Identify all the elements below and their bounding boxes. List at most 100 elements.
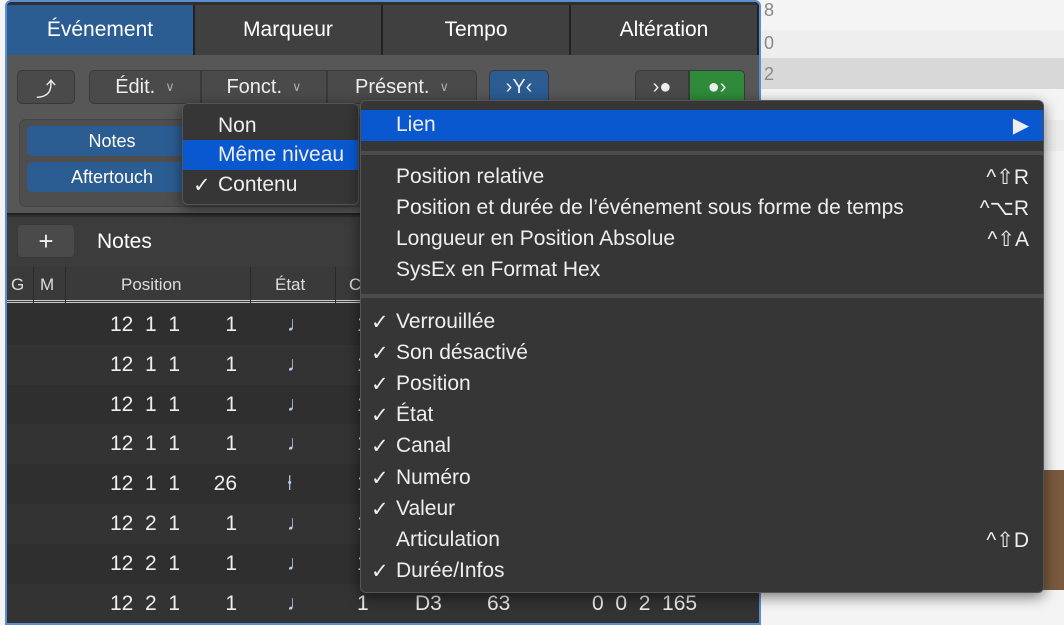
position-cell: 12 2 1 xyxy=(110,551,181,575)
menu-item-content[interactable]: ✓ Contenu xyxy=(183,170,358,200)
menu-item[interactable]: Longueur en Position Absolue ^⇧A xyxy=(361,224,1043,254)
menu-item[interactable]: ✓ Durée/Infos xyxy=(361,556,1043,586)
menu-item-label: Articulation xyxy=(396,527,500,551)
number-cell: D3 xyxy=(415,591,442,615)
menu-item[interactable]: SysEx en Format Hex xyxy=(361,255,1043,285)
filter-notes-button[interactable]: Notes xyxy=(27,126,197,156)
tab-signature[interactable]: Altération xyxy=(571,5,759,55)
menu-item[interactable]: ✓ Position xyxy=(361,369,1043,399)
checkmark-icon: ✓ xyxy=(371,404,389,428)
value-cell: 63 xyxy=(487,591,511,615)
menu-item[interactable]: ✓ Valeur xyxy=(361,494,1043,524)
tick-cell: 1 xyxy=(225,511,237,535)
menu-item-label: SysEx en Format Hex xyxy=(396,258,601,281)
menu-item-label: Longueur en Position Absolue xyxy=(396,227,676,250)
edit-label: Édit. xyxy=(115,75,156,98)
functions-menu-button[interactable]: Fonct. ∨ xyxy=(201,70,327,104)
tick-cell: 1 xyxy=(225,551,237,575)
menu-item-label: Verrouillée xyxy=(396,310,496,333)
menu-item-label: Contenu xyxy=(218,173,298,196)
midi-in-icon: ›● xyxy=(652,75,672,98)
position-cell: 12 2 1 xyxy=(110,511,181,535)
menu-item-none[interactable]: Non xyxy=(183,111,358,141)
filter-aftertouch-button[interactable]: Aftertouch xyxy=(27,162,197,192)
bg-number: 2 xyxy=(764,64,775,84)
checkmark-icon: ✓ xyxy=(193,174,211,197)
chevron-down-icon: ∨ xyxy=(439,79,449,94)
position-cell: 12 1 1 xyxy=(110,313,181,336)
checkmark-icon: ✓ xyxy=(371,311,389,334)
menu-item-label: Numéro xyxy=(396,465,471,489)
shortcut-label: ^⇧A xyxy=(987,228,1029,251)
menu-item-label: Position relative xyxy=(396,165,545,188)
functions-label: Fonct. xyxy=(226,75,283,98)
column-m[interactable]: M xyxy=(40,275,54,295)
menu-item[interactable]: ✓ Numéro xyxy=(361,463,1043,493)
position-cell: 12 2 1 xyxy=(110,591,181,615)
menu-item[interactable]: ✓ Canal xyxy=(361,431,1043,461)
chevron-down-icon: ∨ xyxy=(292,79,302,94)
menu-item-label: Valeur xyxy=(396,496,456,520)
menu-item[interactable]: Position et durée de l’événement sous fo… xyxy=(361,193,1043,223)
column-state[interactable]: État xyxy=(275,275,305,295)
midi-filter-button[interactable]: ›Y‹ xyxy=(489,70,549,104)
menu-item-label: Son désactivé xyxy=(396,341,528,365)
tick-cell: 26 xyxy=(213,472,237,496)
list-title: Notes xyxy=(97,230,152,253)
tab-event[interactable]: Événement xyxy=(7,5,195,55)
back-button[interactable]: ⤴ xyxy=(17,70,75,104)
tab-tempo[interactable]: Tempo xyxy=(383,5,571,55)
add-event-button[interactable]: + xyxy=(17,224,75,258)
view-menu-button[interactable]: Présent. ∨ xyxy=(327,70,477,104)
menu-item[interactable]: ✓ État xyxy=(361,400,1043,430)
tab-marker[interactable]: Marqueur xyxy=(195,5,383,55)
state-cell: ♩ xyxy=(287,392,308,416)
menu-item[interactable]: Articulation ^⇧D xyxy=(361,525,1043,555)
edit-menu-button[interactable]: Édit. ∨ xyxy=(89,70,201,104)
menu-separator xyxy=(361,151,1043,155)
midi-in-button[interactable]: ›● xyxy=(635,70,689,104)
column-g[interactable]: G xyxy=(11,275,24,295)
menu-item[interactable]: ✓ Son désactivé xyxy=(361,338,1043,368)
state-cell: ♩ xyxy=(287,591,308,615)
shortcut-label: ^⌥R xyxy=(979,197,1029,220)
position-cell: 12 1 1 xyxy=(110,472,181,496)
state-cell: ♩ xyxy=(287,432,308,456)
menu-item[interactable]: ✓ Verrouillée xyxy=(361,307,1043,337)
menu-item-label: Non xyxy=(218,114,257,137)
state-cell: ♩ xyxy=(287,352,308,376)
state-cell: ♩ xyxy=(287,511,308,535)
midi-out-button[interactable]: ●› xyxy=(689,70,745,104)
state-cell: ♩ xyxy=(287,313,308,336)
state-cell: ⍿ xyxy=(287,472,293,496)
tick-cell: 1 xyxy=(225,392,237,416)
tick-cell: 1 xyxy=(225,313,237,336)
menu-item[interactable]: Position relative ^⇧R xyxy=(361,162,1043,192)
midi-out-icon: ●› xyxy=(707,75,727,98)
tick-cell: 1 xyxy=(225,591,237,615)
tick-cell: 1 xyxy=(225,352,237,376)
checkmark-icon: ✓ xyxy=(371,435,389,459)
tab-bar: Événement Marqueur Tempo Altération xyxy=(7,5,759,55)
checkmark-icon: ✓ xyxy=(371,497,389,521)
channel-cell: 1 xyxy=(357,591,369,615)
midi-filter-icon: ›Y‹ xyxy=(505,75,533,98)
curved-arrow-up-icon: ⤴ xyxy=(36,78,56,101)
tick-cell: 1 xyxy=(225,432,237,456)
column-position[interactable]: Position xyxy=(121,275,181,295)
menu-item-label: Position et durée de l’événement sous fo… xyxy=(396,196,904,219)
menu-item-link[interactable]: Lien ▶ xyxy=(361,110,1043,141)
menu-item-label: Canal xyxy=(396,434,451,458)
checkmark-icon: ✓ xyxy=(371,373,389,397)
chevron-down-icon: ∨ xyxy=(165,79,175,94)
link-submenu: Non Même niveau ✓ Contenu xyxy=(182,103,359,205)
length-cell: 0 0 2 165 xyxy=(592,591,698,615)
menu-item-label: Durée/Infos xyxy=(396,558,505,582)
bg-number: 0 xyxy=(764,33,775,53)
checkmark-icon: ✓ xyxy=(371,559,389,583)
checkmark-icon: ✓ xyxy=(371,342,389,366)
view-menu: Lien ▶ Position relative ^⇧R Position et du… xyxy=(360,100,1044,593)
position-cell: 12 1 1 xyxy=(110,392,181,416)
menu-item-same-level[interactable]: Même niveau xyxy=(183,140,358,170)
position-cell: 12 1 1 xyxy=(110,352,181,376)
